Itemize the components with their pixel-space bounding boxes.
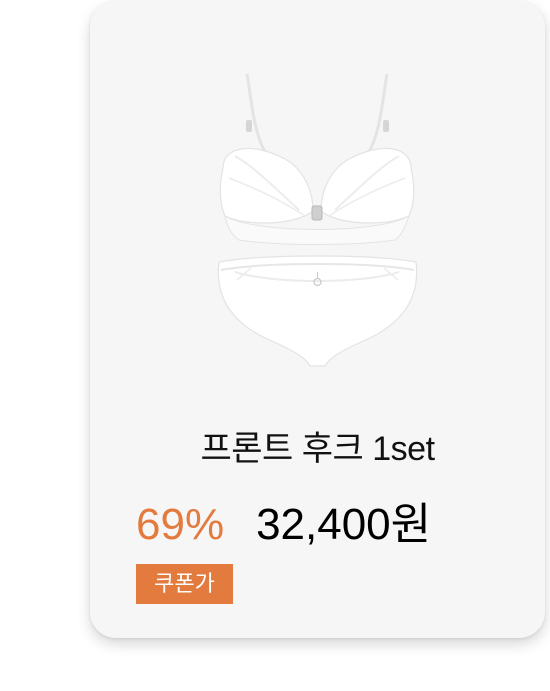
coupon-price-badge: 쿠폰가 [136,564,233,604]
price-row: 69% 32,400원 [136,488,431,549]
product-title[interactable]: 프론트 후크 1set [90,421,545,470]
product-card[interactable]: 프론트 후크 1set 69% 32,400원 쿠폰가 [90,1,545,638]
lingerie-set-icon [217,73,418,367]
discount-rate: 69% [136,500,225,549]
sale-price: 32,400원 [256,500,432,549]
product-image[interactable] [215,66,420,376]
